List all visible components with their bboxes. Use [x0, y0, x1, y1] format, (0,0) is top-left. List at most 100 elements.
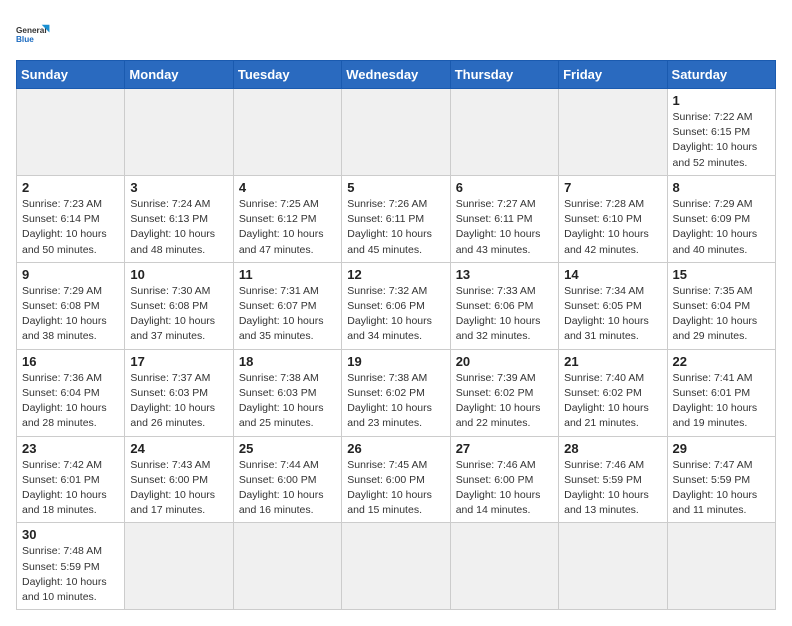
calendar-cell: 30 Sunrise: 7:48 AM Sunset: 5:59 PM Dayli… — [17, 523, 125, 610]
day-info: Sunrise: 7:26 AM Sunset: 6:11 PM Dayligh… — [347, 197, 444, 258]
logo-icon: GeneralBlue — [16, 16, 52, 52]
day-number: 10 — [130, 267, 227, 282]
calendar-cell: 28 Sunrise: 7:46 AM Sunset: 5:59 PM Dayli… — [559, 436, 667, 523]
logo: GeneralBlue — [16, 16, 52, 52]
day-number: 18 — [239, 354, 336, 369]
calendar-cell — [125, 523, 233, 610]
day-number: 9 — [22, 267, 119, 282]
day-number: 21 — [564, 354, 661, 369]
day-info: Sunrise: 7:43 AM Sunset: 6:00 PM Dayligh… — [130, 458, 227, 519]
calendar-cell — [342, 89, 450, 176]
day-number: 4 — [239, 180, 336, 195]
calendar-cell: 1 Sunrise: 7:22 AM Sunset: 6:15 PM Daylig… — [667, 89, 775, 176]
day-info: Sunrise: 7:29 AM Sunset: 6:08 PM Dayligh… — [22, 284, 119, 345]
day-number: 3 — [130, 180, 227, 195]
day-number: 13 — [456, 267, 553, 282]
day-info: Sunrise: 7:34 AM Sunset: 6:05 PM Dayligh… — [564, 284, 661, 345]
day-number: 14 — [564, 267, 661, 282]
day-info: Sunrise: 7:38 AM Sunset: 6:02 PM Dayligh… — [347, 371, 444, 432]
calendar-cell: 3Sunrise: 7:24 AM Sunset: 6:13 PM Daylig… — [125, 175, 233, 262]
day-number: 1 — [673, 93, 770, 108]
calendar-cell: 29 Sunrise: 7:47 AM Sunset: 5:59 PM Dayli… — [667, 436, 775, 523]
weekday-header-row: SundayMondayTuesdayWednesdayThursdayFrid… — [17, 61, 776, 89]
calendar-table: SundayMondayTuesdayWednesdayThursdayFrid… — [16, 60, 776, 610]
calendar-cell: 8 Sunrise: 7:29 AM Sunset: 6:09 PM Daylig… — [667, 175, 775, 262]
week-row-1: 1 Sunrise: 7:22 AM Sunset: 6:15 PM Daylig… — [17, 89, 776, 176]
weekday-header-thursday: Thursday — [450, 61, 558, 89]
day-info: Sunrise: 7:39 AM Sunset: 6:02 PM Dayligh… — [456, 371, 553, 432]
calendar-cell: 26 Sunrise: 7:45 AM Sunset: 6:00 PM Dayli… — [342, 436, 450, 523]
day-number: 16 — [22, 354, 119, 369]
calendar-cell: 25Sunrise: 7:44 AM Sunset: 6:00 PM Dayli… — [233, 436, 341, 523]
day-number: 7 — [564, 180, 661, 195]
day-number: 23 — [22, 441, 119, 456]
weekday-header-sunday: Sunday — [17, 61, 125, 89]
calendar-cell: 13Sunrise: 7:33 AM Sunset: 6:06 PM Dayli… — [450, 262, 558, 349]
calendar-cell: 27Sunrise: 7:46 AM Sunset: 6:00 PM Dayli… — [450, 436, 558, 523]
svg-text:Blue: Blue — [16, 35, 34, 44]
day-info: Sunrise: 7:42 AM Sunset: 6:01 PM Dayligh… — [22, 458, 119, 519]
day-number: 8 — [673, 180, 770, 195]
day-info: Sunrise: 7:37 AM Sunset: 6:03 PM Dayligh… — [130, 371, 227, 432]
day-number: 11 — [239, 267, 336, 282]
calendar-cell — [559, 523, 667, 610]
calendar-cell: 10 Sunrise: 7:30 AM Sunset: 6:08 PM Dayli… — [125, 262, 233, 349]
calendar-cell — [559, 89, 667, 176]
weekday-header-friday: Friday — [559, 61, 667, 89]
calendar-cell — [233, 523, 341, 610]
week-row-2: 2 Sunrise: 7:23 AM Sunset: 6:14 PM Daylig… — [17, 175, 776, 262]
day-info: Sunrise: 7:41 AM Sunset: 6:01 PM Dayligh… — [673, 371, 770, 432]
day-number: 27 — [456, 441, 553, 456]
day-number: 22 — [673, 354, 770, 369]
calendar-cell: 5 Sunrise: 7:26 AM Sunset: 6:11 PM Daylig… — [342, 175, 450, 262]
day-info: Sunrise: 7:46 AM Sunset: 5:59 PM Dayligh… — [564, 458, 661, 519]
calendar-cell: 12 Sunrise: 7:32 AM Sunset: 6:06 PM Dayli… — [342, 262, 450, 349]
week-row-5: 23 Sunrise: 7:42 AM Sunset: 6:01 PM Dayli… — [17, 436, 776, 523]
day-number: 5 — [347, 180, 444, 195]
week-row-6: 30 Sunrise: 7:48 AM Sunset: 5:59 PM Dayli… — [17, 523, 776, 610]
weekday-header-saturday: Saturday — [667, 61, 775, 89]
day-info: Sunrise: 7:44 AM Sunset: 6:00 PM Dayligh… — [239, 458, 336, 519]
day-number: 30 — [22, 527, 119, 542]
day-info: Sunrise: 7:32 AM Sunset: 6:06 PM Dayligh… — [347, 284, 444, 345]
week-row-4: 16Sunrise: 7:36 AM Sunset: 6:04 PM Dayli… — [17, 349, 776, 436]
day-info: Sunrise: 7:28 AM Sunset: 6:10 PM Dayligh… — [564, 197, 661, 258]
day-info: Sunrise: 7:30 AM Sunset: 6:08 PM Dayligh… — [130, 284, 227, 345]
day-info: Sunrise: 7:23 AM Sunset: 6:14 PM Dayligh… — [22, 197, 119, 258]
calendar-cell: 18Sunrise: 7:38 AM Sunset: 6:03 PM Dayli… — [233, 349, 341, 436]
calendar-cell — [125, 89, 233, 176]
calendar-cell: 15Sunrise: 7:35 AM Sunset: 6:04 PM Dayli… — [667, 262, 775, 349]
weekday-header-tuesday: Tuesday — [233, 61, 341, 89]
page-header: GeneralBlue — [16, 16, 776, 52]
day-number: 26 — [347, 441, 444, 456]
day-info: Sunrise: 7:47 AM Sunset: 5:59 PM Dayligh… — [673, 458, 770, 519]
day-number: 28 — [564, 441, 661, 456]
day-info: Sunrise: 7:40 AM Sunset: 6:02 PM Dayligh… — [564, 371, 661, 432]
day-number: 24 — [130, 441, 227, 456]
calendar-cell: 9 Sunrise: 7:29 AM Sunset: 6:08 PM Daylig… — [17, 262, 125, 349]
calendar-cell: 7 Sunrise: 7:28 AM Sunset: 6:10 PM Daylig… — [559, 175, 667, 262]
day-info: Sunrise: 7:27 AM Sunset: 6:11 PM Dayligh… — [456, 197, 553, 258]
calendar-cell: 16Sunrise: 7:36 AM Sunset: 6:04 PM Dayli… — [17, 349, 125, 436]
day-info: Sunrise: 7:31 AM Sunset: 6:07 PM Dayligh… — [239, 284, 336, 345]
day-info: Sunrise: 7:45 AM Sunset: 6:00 PM Dayligh… — [347, 458, 444, 519]
calendar-cell: 23 Sunrise: 7:42 AM Sunset: 6:01 PM Dayli… — [17, 436, 125, 523]
week-row-3: 9 Sunrise: 7:29 AM Sunset: 6:08 PM Daylig… — [17, 262, 776, 349]
day-info: Sunrise: 7:25 AM Sunset: 6:12 PM Dayligh… — [239, 197, 336, 258]
calendar-cell: 2 Sunrise: 7:23 AM Sunset: 6:14 PM Daylig… — [17, 175, 125, 262]
svg-text:General: General — [16, 26, 47, 35]
day-info: Sunrise: 7:48 AM Sunset: 5:59 PM Dayligh… — [22, 544, 119, 605]
calendar-cell: 19Sunrise: 7:38 AM Sunset: 6:02 PM Dayli… — [342, 349, 450, 436]
day-number: 6 — [456, 180, 553, 195]
day-number: 29 — [673, 441, 770, 456]
day-info: Sunrise: 7:35 AM Sunset: 6:04 PM Dayligh… — [673, 284, 770, 345]
calendar-cell — [450, 89, 558, 176]
day-number: 12 — [347, 267, 444, 282]
day-info: Sunrise: 7:29 AM Sunset: 6:09 PM Dayligh… — [673, 197, 770, 258]
day-info: Sunrise: 7:22 AM Sunset: 6:15 PM Dayligh… — [673, 110, 770, 171]
calendar-cell: 17Sunrise: 7:37 AM Sunset: 6:03 PM Dayli… — [125, 349, 233, 436]
day-number: 2 — [22, 180, 119, 195]
calendar-cell — [17, 89, 125, 176]
calendar-cell: 11 Sunrise: 7:31 AM Sunset: 6:07 PM Dayli… — [233, 262, 341, 349]
weekday-header-wednesday: Wednesday — [342, 61, 450, 89]
